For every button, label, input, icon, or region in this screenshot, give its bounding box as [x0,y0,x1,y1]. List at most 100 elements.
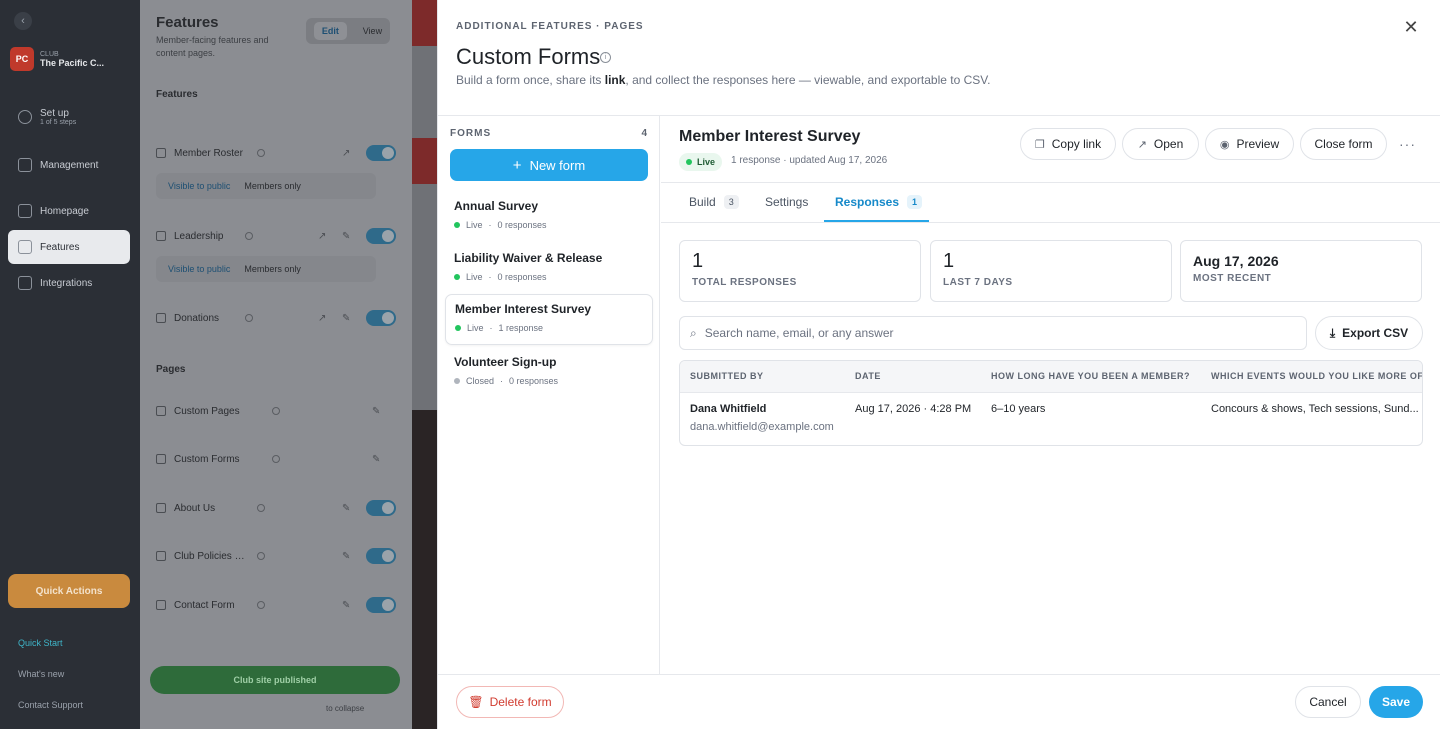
column-header[interactable]: SUBMITTED BY [690,371,764,381]
more-options-icon[interactable]: ··· [1399,136,1416,152]
club-name: The Pacific C... [40,57,105,68]
button-label: Export CSV [1342,326,1409,340]
tab-responses[interactable]: Responses 1 [835,195,923,209]
visibility-public[interactable]: Visible to public [168,181,230,191]
quick-start-link[interactable]: Quick Start [18,638,63,648]
feature-toggle[interactable] [366,228,396,244]
breadcrumb: ADDITIONAL FEATURES · PAGES [456,21,644,32]
features-header: Features [156,89,198,100]
download-icon: ⤓ [1329,325,1336,340]
page-toggle[interactable] [366,500,396,516]
page-toggle[interactable] [366,548,396,564]
pencil-icon[interactable]: ✎ [372,406,384,417]
feature-row[interactable]: Leadership ↗ ✎ [156,225,396,247]
nav-setup[interactable]: Set up 1 of 5 steps [8,98,130,136]
mode-edit[interactable]: Edit [313,22,347,40]
info-icon [257,552,265,560]
pin-icon[interactable]: ↗ [342,148,354,159]
submitter-email: dana.whitfield@example.com [690,421,834,433]
form-item-member-interest-survey[interactable]: Member Interest Survey Live · 1 response [445,294,653,345]
feature-row[interactable]: Member Roster ↗ [156,142,396,164]
save-button[interactable]: Save [1369,686,1423,718]
footer-label: Contact Support [18,700,84,710]
form-item-annual-survey[interactable]: Annual Survey Live · 0 responses [445,192,653,243]
cancel-button[interactable]: Cancel [1295,686,1361,718]
quick-actions-button[interactable]: Quick Actions [8,574,130,608]
pencil-icon[interactable]: ✎ [372,454,384,465]
separator-dot: · [488,272,492,282]
new-form-button[interactable]: + New form [450,149,648,181]
nav-item-homepage[interactable]: Homepage [8,194,130,228]
pencil-icon[interactable]: ✎ [342,503,354,514]
page-row[interactable]: Club Policies & Guide... ✎ [156,545,396,567]
forms-count: 4 [641,128,648,139]
delete-form-button[interactable]: 🗑 Delete form [456,686,564,718]
forms-list: FORMS 4 + New form Annual Survey Live · 0 … [438,116,660,674]
visibility-toggle[interactable]: Visible to public Members only [156,256,376,282]
divider [661,182,1440,183]
form-name: Liability Waiver & Release [454,251,603,265]
subtitle-text: , and collect the responses here — viewa… [625,73,991,87]
mode-toggle[interactable]: Edit View [306,18,390,44]
button-label: Copy link [1051,137,1102,151]
export-csv-button[interactable]: ⤓ Export CSV [1315,316,1423,350]
preview-button[interactable]: ◉ Preview [1205,128,1294,160]
close-icon[interactable]: ✕ [1402,18,1420,36]
row-label: Donations [174,312,220,324]
mode-view[interactable]: View [363,26,382,36]
nav-item-label: Features [40,241,80,253]
search-box: ⌕ [679,316,1307,350]
row-icon [156,406,166,416]
custom-forms-modal: ADDITIONAL FEATURES · PAGES Custom Forms… [437,0,1440,729]
published-toggle[interactable]: Club site published [150,666,400,694]
form-item-liability-waiver[interactable]: Liability Waiver & Release Live · 0 respon… [445,244,653,295]
visibility-public[interactable]: Visible to public [168,264,230,274]
pin-icon[interactable]: ↗ [318,231,330,242]
button-label: Preview [1236,137,1280,151]
column-header[interactable]: WHICH EVENTS WOULD YOU LIKE MORE OF [1211,371,1422,381]
contact-support-link[interactable]: Contact Support [18,700,83,710]
pencil-icon[interactable]: ✎ [342,600,354,611]
column-header[interactable]: DATE [855,371,881,381]
nav-item-features[interactable]: Features [8,230,130,264]
nav-item-integrations[interactable]: Integrations [8,266,130,300]
row-label: About Us [174,502,216,514]
row-label: Club Policies & Guide... [174,550,251,562]
back-icon[interactable]: ‹ [14,12,32,30]
pencil-icon[interactable]: ✎ [342,231,354,242]
pages-header: Pages [156,364,186,375]
row-icon [156,313,166,323]
copy-link-button[interactable]: ❐ Copy link [1020,128,1116,160]
whats-new-link[interactable]: What's new [18,669,64,679]
club-switcher[interactable]: PC CLUB The Pacific C... [10,44,130,74]
button-label: Delete form [489,695,552,709]
row-icon [156,148,166,158]
page-row[interactable]: Custom Pages ✎ [156,400,396,422]
column-header[interactable]: HOW LONG HAVE YOU BEEN A MEMBER? [991,371,1190,381]
info-icon[interactable]: i [600,52,611,63]
page-row[interactable]: Contact Form ✎ [156,594,396,616]
feature-row[interactable]: Donations ↗ ✎ [156,307,396,329]
tab-build[interactable]: Build 3 [689,195,739,209]
form-item-volunteer-signup[interactable]: Volunteer Sign-up Closed · 0 responses [445,348,653,399]
nav-item-management[interactable]: Management [8,148,130,182]
feature-toggle[interactable] [366,310,396,326]
row-label: Custom Pages [174,405,240,417]
external-link-icon: ↗ [1137,138,1147,151]
pencil-icon[interactable]: ✎ [342,313,354,324]
page-row[interactable]: About Us ✎ [156,497,396,519]
pencil-icon[interactable]: ✎ [342,551,354,562]
close-form-button[interactable]: Close form [1300,128,1387,160]
page-toggle[interactable] [366,597,396,613]
eye-icon: ◉ [1219,138,1230,151]
visibility-members[interactable]: Members only [244,181,301,191]
feature-toggle[interactable] [366,145,396,161]
visibility-members[interactable]: Members only [244,264,301,274]
open-button[interactable]: ↗ Open [1122,128,1199,160]
tab-settings[interactable]: Settings [765,195,808,209]
pin-icon[interactable]: ↗ [318,313,330,324]
search-input[interactable] [704,326,1285,340]
visibility-toggle[interactable]: Visible to public Members only [156,173,376,199]
button-label: Close form [1314,137,1373,151]
page-row[interactable]: Custom Forms ✎ [156,448,396,470]
